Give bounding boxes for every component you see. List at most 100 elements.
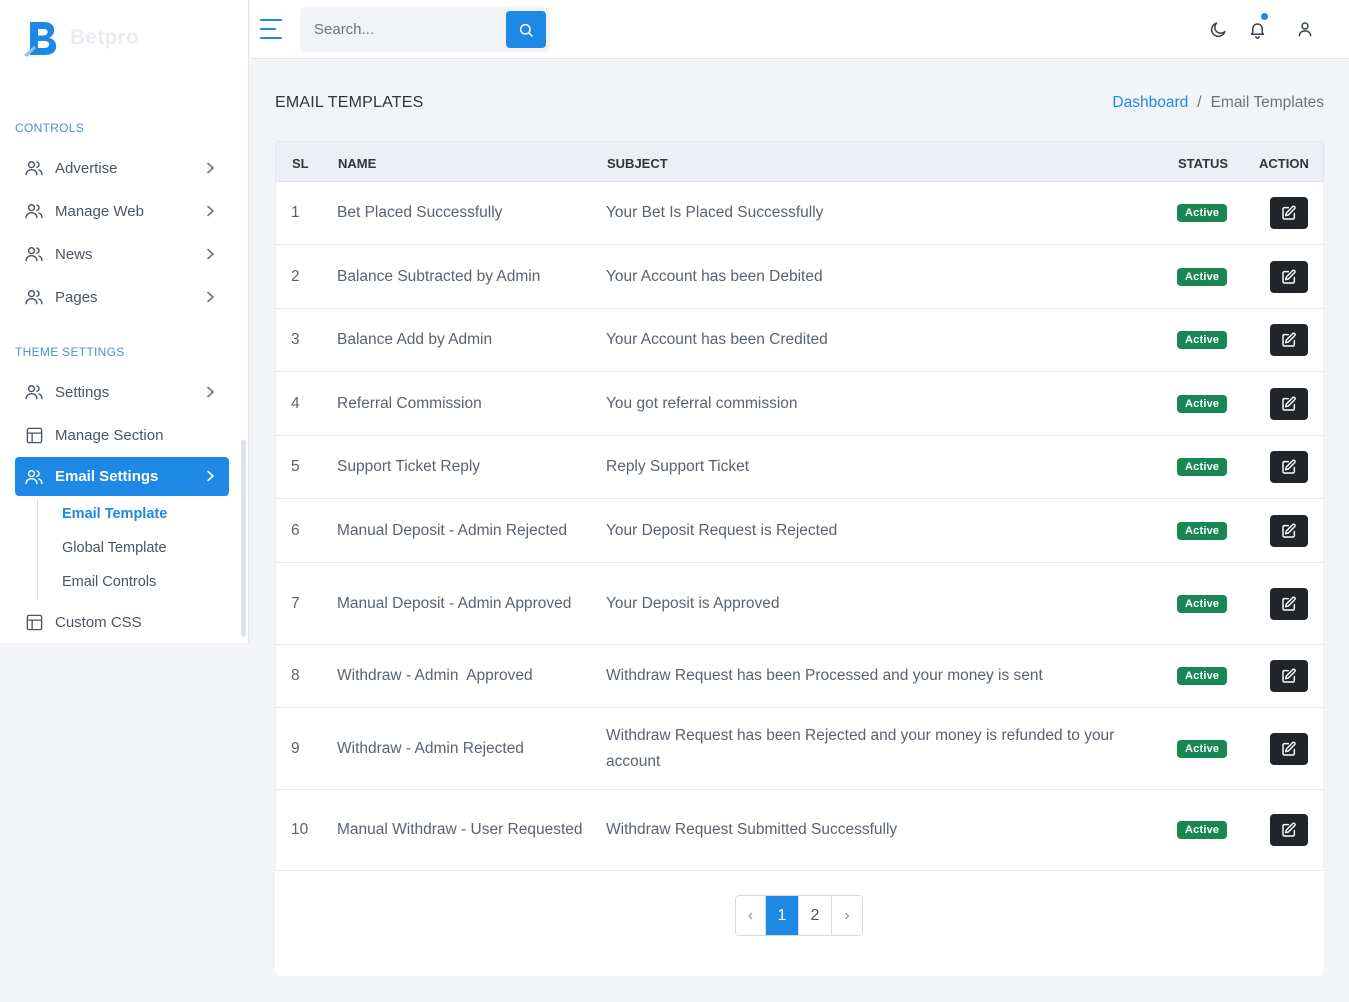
status-badge: Active [1177, 821, 1228, 839]
chevron-right-icon [207, 386, 215, 398]
table-row: 8 Withdraw - Admin Approved Withdraw Reque… [275, 645, 1324, 708]
breadcrumb-dashboard-link[interactable]: Dashboard [1112, 94, 1188, 112]
search-button[interactable] [506, 11, 546, 48]
sidebar-item-settings[interactable]: Settings [15, 373, 229, 411]
cell-name: Manual Deposit - Admin Approved [337, 594, 572, 612]
notification-dot [1261, 13, 1268, 20]
sidebar-item-email-settings[interactable]: Email Settings [15, 457, 229, 496]
cell-subject: Your Account has been Credited [606, 331, 828, 348]
section-label-controls: CONTROLS [15, 121, 85, 135]
sidebar-item-custom-css[interactable]: Custom CSS [15, 603, 229, 641]
column-header-status: STATUS [1178, 156, 1229, 171]
table-row: 7 Manual Deposit - Admin Approved Your Dep… [275, 563, 1324, 645]
table-row: 5 Support Ticket Reply Reply Support Ticke… [275, 436, 1324, 499]
notifications-button[interactable] [1246, 13, 1268, 40]
status-badge: Active [1177, 267, 1228, 286]
search-input[interactable] [300, 7, 506, 52]
cell-name: Withdraw - Admin Rejected [337, 739, 524, 757]
pagination-prev-button[interactable]: ‹ [736, 896, 766, 935]
brand-name: Betpro [70, 26, 139, 49]
breadcrumb-current: Email Templates [1210, 94, 1324, 111]
sidebar-item-label: Pages [55, 288, 98, 306]
users-icon [24, 467, 44, 487]
pagination-page-1[interactable]: 1 [766, 896, 799, 935]
cell-sl: 3 [291, 331, 300, 348]
cell-name: Withdraw - Admin Approved [337, 667, 533, 684]
table-header: SL NAME SUBJECT STATUS ACTION [275, 141, 1324, 182]
edit-icon [1282, 269, 1296, 284]
status-badge: Active [1177, 458, 1228, 476]
edit-button[interactable] [1270, 587, 1308, 620]
table-row: 6 Manual Deposit - Admin Rejected Your Dep… [275, 499, 1324, 563]
menu-toggle-icon[interactable] [260, 19, 282, 39]
chevron-right-icon [207, 162, 215, 174]
column-header-subject: SUBJECT [607, 156, 668, 171]
dark-mode-toggle[interactable] [1207, 18, 1229, 40]
edit-button[interactable] [1270, 814, 1308, 846]
pagination-page-2[interactable]: 2 [799, 896, 832, 935]
cell-name: Manual Withdraw - User Requested [337, 821, 583, 838]
status-badge: Active [1177, 204, 1228, 222]
cell-name: Referral Commission [337, 394, 482, 412]
edit-icon [1282, 822, 1296, 837]
sidebar-item-manage-section[interactable]: Manage Section [15, 416, 229, 454]
bell-icon [1250, 22, 1264, 39]
edit-button[interactable] [1270, 260, 1308, 293]
layout-icon [24, 612, 44, 632]
edit-icon [1282, 396, 1296, 411]
layout-icon [24, 425, 44, 445]
cell-sl: 4 [291, 394, 300, 412]
edit-button[interactable] [1270, 514, 1308, 547]
column-header-name: NAME [338, 156, 377, 171]
column-header-action: ACTION [1259, 156, 1309, 171]
status-badge: Active [1177, 739, 1228, 758]
status-badge: Active [1177, 594, 1228, 613]
chevron-right-icon [207, 291, 215, 303]
table-row: 4 Referral Commission You got referral com… [275, 372, 1324, 436]
edit-icon [1282, 596, 1296, 611]
submenu-guide-line [37, 499, 38, 600]
table-row: 2 Balance Subtracted by Admin Your Account… [275, 245, 1324, 309]
table-row: 3 Balance Add by Admin Your Account has be… [275, 309, 1324, 372]
cell-subject: Withdraw Request Submitted Successfully [606, 821, 898, 838]
edit-button[interactable] [1270, 660, 1308, 692]
edit-button[interactable] [1270, 732, 1308, 765]
pagination: ‹ 1 2 › [735, 895, 863, 936]
cell-subject: Your Account has been Debited [606, 267, 823, 285]
sidebar-scrollbar[interactable] [241, 440, 246, 637]
status-badge: Active [1177, 394, 1228, 413]
user-menu-button[interactable] [1294, 18, 1316, 40]
cell-subject: Reply Support Ticket [606, 458, 750, 475]
cell-subject: Your Bet Is Placed Successfully [606, 204, 824, 221]
edit-button[interactable] [1270, 197, 1308, 229]
users-icon [24, 158, 44, 178]
brand-logo[interactable]: Betpro [24, 18, 139, 58]
cell-sl: 8 [291, 667, 300, 684]
breadcrumb-separator: / [1197, 94, 1202, 111]
cell-subject: Withdraw Request has been Rejected and y… [606, 726, 1115, 770]
cell-sl: 2 [291, 267, 300, 285]
table-row: 9 Withdraw - Admin Rejected Withdraw Reque… [275, 708, 1324, 790]
sidebar-subitem-email-template[interactable]: Email Template [62, 506, 167, 522]
sidebar-subitem-global-template[interactable]: Global Template [62, 540, 167, 556]
edit-button[interactable] [1270, 387, 1308, 420]
sidebar-item-manage-web[interactable]: Manage Web [15, 192, 229, 230]
edit-icon [1282, 459, 1296, 474]
edit-button[interactable] [1270, 324, 1308, 356]
edit-button[interactable] [1270, 451, 1308, 483]
cell-name: Balance Subtracted by Admin [337, 267, 541, 285]
sidebar-subitem-email-controls[interactable]: Email Controls [62, 574, 156, 590]
chevron-right-icon [207, 248, 215, 260]
users-icon [24, 382, 44, 402]
sidebar-item-advertise[interactable]: Advertise [15, 149, 229, 187]
search-bar [300, 7, 550, 52]
moon-icon [1210, 21, 1226, 37]
pagination-next-button[interactable]: › [832, 896, 862, 935]
topbar [250, 0, 1349, 59]
column-header-sl: SL [292, 156, 309, 171]
cell-sl: 5 [291, 458, 300, 475]
status-badge: Active [1177, 521, 1228, 540]
sidebar-item-news[interactable]: News [15, 235, 229, 273]
cell-subject: Your Deposit Request is Rejected [606, 521, 838, 539]
sidebar-item-pages[interactable]: Pages [15, 278, 229, 316]
